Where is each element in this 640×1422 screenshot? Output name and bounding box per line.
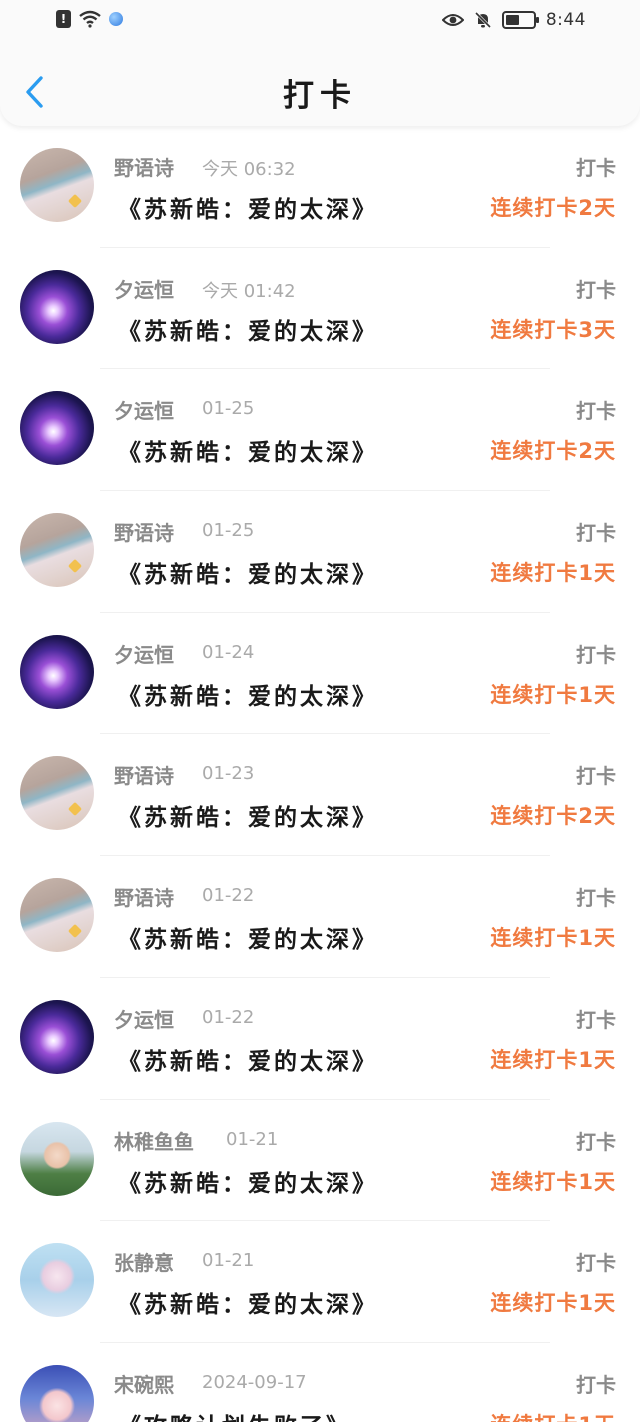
book-title[interactable]: 《苏新皓：爱的太深》 <box>118 798 378 832</box>
user-name[interactable]: 宋碗熙 <box>114 1369 174 1398</box>
action-label: 打卡 <box>576 156 616 180</box>
avatar[interactable] <box>20 1121 94 1196</box>
book-title[interactable]: 《苏新皓：爱的太深》 <box>118 1164 378 1198</box>
avatar[interactable] <box>20 269 94 344</box>
record-date: 01-22 <box>202 885 255 907</box>
list-item[interactable]: 林稚鱼鱼 01-21 《苏新皓：爱的太深》 打卡连续打卡1天 <box>0 1100 640 1222</box>
record-date: 01-24 <box>202 641 255 663</box>
list-item[interactable]: 野语诗 01-22 《苏新皓：爱的太深》 打卡连续打卡1天 <box>0 856 640 978</box>
record-date: 01-21 <box>226 1128 279 1150</box>
book-title[interactable]: 《苏新皓：爱的太深》 <box>118 1285 378 1319</box>
avatar[interactable] <box>20 999 94 1074</box>
book-title[interactable]: 《攻略计划失败了》 <box>118 1407 352 1422</box>
avatar[interactable] <box>20 148 94 222</box>
checkin-list: 野语诗 今天 06:32 《苏新皓：爱的太深》 打卡 连续打卡2天 夕运恒 今天 01:42… <box>0 126 640 1422</box>
streak-label: 连续打卡1天 <box>490 1047 616 1072</box>
user-name[interactable]: 张静意 <box>114 1247 174 1276</box>
book-title[interactable]: 《苏新皓：爱的太深》 <box>118 920 378 954</box>
streak-label: 连续打卡1天 <box>490 926 616 951</box>
eye-icon <box>441 14 464 26</box>
avatar[interactable] <box>20 1243 94 1318</box>
book-title[interactable]: 《苏新皓：爱的太深》 <box>118 190 378 224</box>
streak-label: 连续打卡1天 <box>490 1169 616 1194</box>
list-item[interactable]: 宋碗熙 2024-09-17 《攻略计划失败了》 打卡连续打卡1天 <box>0 1343 640 1422</box>
bell-muted-icon <box>474 11 491 29</box>
record-date: 01-22 <box>202 1006 255 1028</box>
status-time: 8:44 <box>545 10 586 30</box>
action-label: 打卡 <box>576 399 616 424</box>
user-name[interactable]: 林稚鱼鱼 <box>114 1126 194 1155</box>
list-item[interactable]: 野语诗 01-23 《苏新皓：爱的太深》 打卡连续打卡2天 <box>0 734 640 857</box>
avatar[interactable] <box>20 756 94 831</box>
user-name[interactable]: 野语诗 <box>114 152 174 181</box>
user-name[interactable]: 夕运恒 <box>114 395 174 424</box>
user-name[interactable]: 夕运恒 <box>114 1004 174 1033</box>
record-date: 01-23 <box>202 763 255 785</box>
book-title[interactable]: 《苏新皓：爱的太深》 <box>118 433 378 467</box>
streak-label: 连续打卡1天 <box>490 682 616 707</box>
record-date: 2024-09-17 <box>202 1371 307 1393</box>
avatar[interactable] <box>20 634 94 709</box>
action-label: 打卡 <box>576 277 616 302</box>
book-title[interactable]: 《苏新皓：爱的太深》 <box>118 1042 378 1076</box>
streak-label: 连续打卡1天 <box>490 1291 616 1316</box>
record-date: 01-25 <box>202 398 255 420</box>
list-item[interactable]: 张静意 01-21 《苏新皓：爱的太深》 打卡连续打卡1天 <box>0 1221 640 1343</box>
streak-label: 连续打卡2天 <box>490 196 616 220</box>
list-item[interactable]: 野语诗 今天 06:32 《苏新皓：爱的太深》 打卡连续打卡2天 <box>0 126 640 248</box>
avatar[interactable] <box>20 878 94 953</box>
record-date: 01-21 <box>202 1250 255 1272</box>
streak-label: 连续打卡2天 <box>490 804 616 829</box>
avatar[interactable] <box>20 513 94 588</box>
page-title: 打卡 <box>283 78 357 114</box>
user-name[interactable]: 野语诗 <box>114 882 174 911</box>
user-name[interactable]: 野语诗 <box>114 760 174 789</box>
book-title[interactable]: 《苏新皓：爱的太深》 <box>118 555 378 589</box>
list-item[interactable]: 夕运恒 01-25 《苏新皓：爱的太深》 打卡连续打卡2天 <box>0 369 640 492</box>
list-item[interactable]: 夕运恒 01-24 《苏新皓：爱的太深》 打卡连续打卡1天 <box>0 613 640 735</box>
wifi-icon <box>79 10 101 28</box>
book-title[interactable]: 《苏新皓：爱的太深》 <box>118 677 378 711</box>
streak-label: 连续打卡1天 <box>490 1409 616 1422</box>
list-item[interactable]: 夕运恒 今天 01:42 《苏新皓：爱的太深》 打卡连续打卡3天 <box>0 248 640 370</box>
avatar[interactable] <box>20 391 94 466</box>
streak-label: 连续打卡3天 <box>490 317 616 342</box>
user-name[interactable]: 夕运恒 <box>114 639 174 668</box>
action-label: 打卡 <box>576 764 616 789</box>
avatar[interactable] <box>20 1364 94 1422</box>
record-date: 01-25 <box>202 520 255 542</box>
action-label: 打卡 <box>576 1007 616 1032</box>
record-date: 今天 01:42 <box>202 280 296 302</box>
list-item[interactable]: 野语诗 01-25 《苏新皓：爱的太深》 打卡连续打卡1天 <box>0 491 640 613</box>
list-item[interactable]: 夕运恒 01-22 《苏新皓：爱的太深》 打卡连续打卡1天 <box>0 978 640 1100</box>
user-name[interactable]: 野语诗 <box>114 517 174 546</box>
alert-icon: ! <box>56 10 71 28</box>
streak-label: 连续打卡2天 <box>490 439 616 464</box>
action-label: 打卡 <box>576 1251 616 1276</box>
action-label: 打卡 <box>576 642 616 667</box>
action-label: 打卡 <box>576 521 616 546</box>
action-label: 打卡 <box>576 1129 616 1154</box>
record-date: 今天 06:32 <box>202 159 296 180</box>
app-dot-icon <box>109 12 123 26</box>
battery-icon <box>501 11 539 29</box>
action-label: 打卡 <box>576 1372 616 1397</box>
streak-label: 连续打卡1天 <box>490 561 616 586</box>
app-header: ! 8:44 打卡 <box>0 0 640 126</box>
book-title[interactable]: 《苏新皓：爱的太深》 <box>118 312 378 346</box>
user-name[interactable]: 夕运恒 <box>114 274 174 303</box>
action-label: 打卡 <box>576 886 616 911</box>
status-bar: ! 8:44 <box>0 0 640 44</box>
